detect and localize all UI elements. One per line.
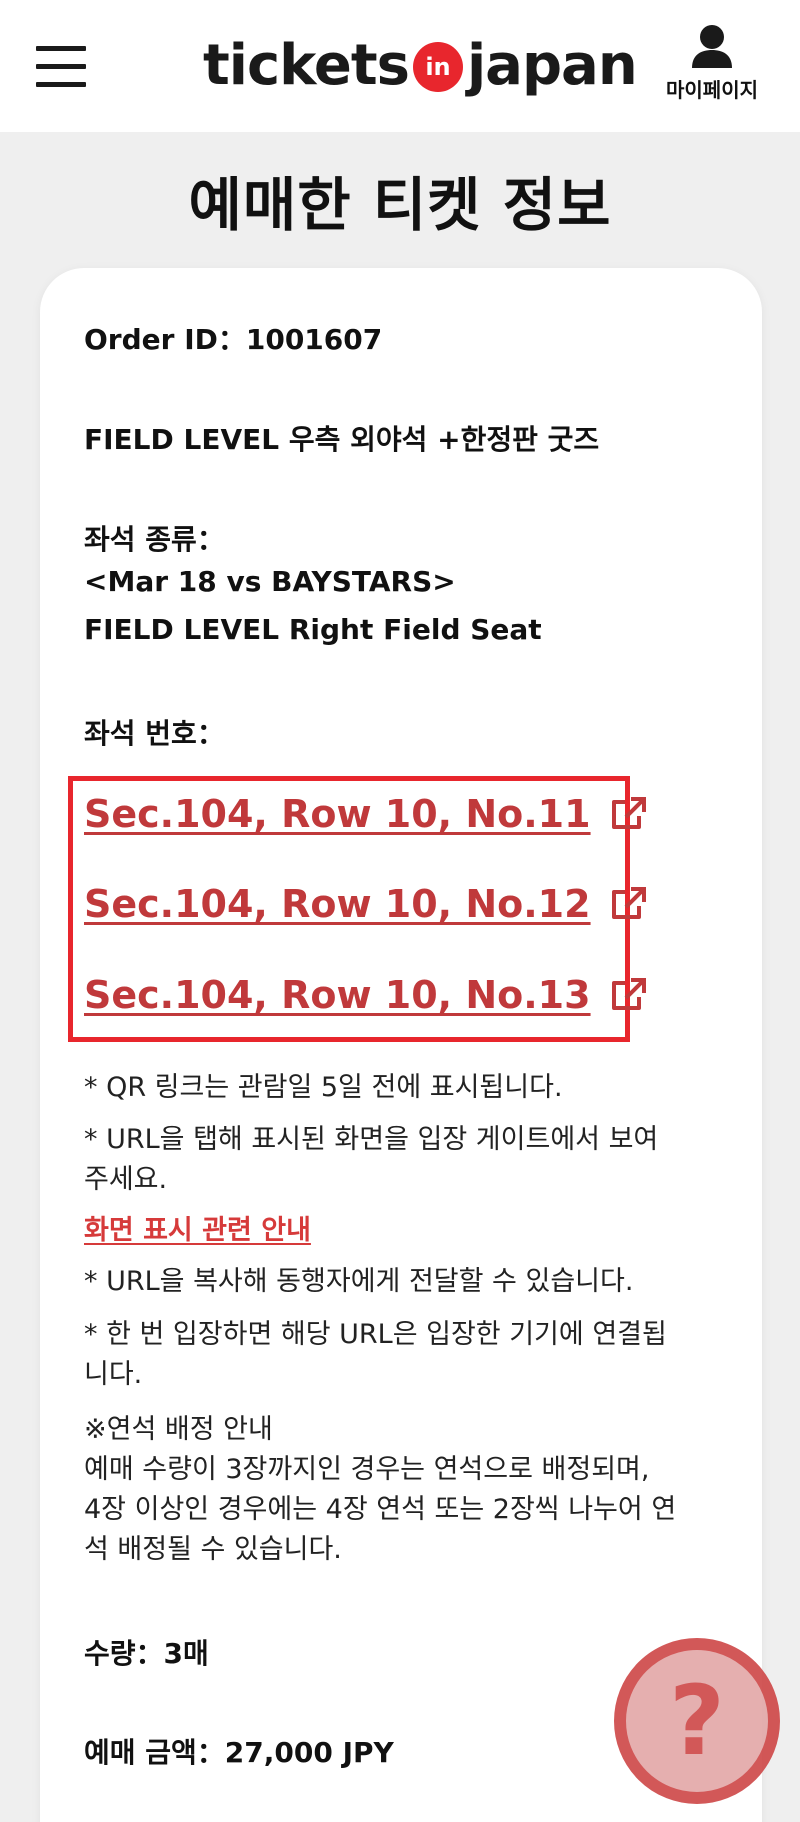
logo-text-right: japan — [466, 32, 638, 98]
seat-number-label: 좌석 번호： — [84, 717, 225, 750]
mypage-label: 마이페이지 — [666, 78, 758, 102]
note-device-2: 니다. — [84, 1359, 143, 1390]
external-link-icon — [609, 886, 647, 922]
seat-link[interactable]: Sec.104, Row 10, No.13 — [84, 967, 647, 1023]
note-qr: * QR 링크는 관람일 5일 전에 표시됩니다. — [84, 1072, 563, 1103]
note-device-1: * 한 번 입장하면 해당 URL은 입장한 기기에 연결됩 — [84, 1319, 667, 1350]
note-seat-2: 4장 이상인 경우에는 4장 연석 또는 2장씩 나누어 연 — [84, 1494, 677, 1525]
note-url-tap-2: 주세요. — [84, 1164, 168, 1195]
display-guide-link[interactable]: 화면 표시 관련 안내 — [84, 1208, 311, 1247]
seat-link[interactable]: Sec.104, Row 10, No.12 — [84, 876, 647, 932]
seat-type-name: FIELD LEVEL Right Field Seat — [84, 613, 542, 646]
seat-link-text: Sec.104, Row 10, No.12 — [84, 882, 591, 926]
top-header: tickets in japan 마이페이지 — [0, 0, 800, 132]
seat-link-text: Sec.104, Row 10, No.13 — [84, 973, 591, 1017]
seat-type-event: <Mar 18 vs BAYSTARS> — [84, 565, 456, 598]
user-icon — [692, 25, 732, 68]
product-name: FIELD LEVEL 우측 외야석 +한정판 굿즈 — [84, 423, 600, 456]
logo-badge: in — [412, 42, 463, 92]
note-seat-1: 예매 수량이 3장까지인 경우는 연석으로 배정되며, — [84, 1454, 650, 1485]
site-logo[interactable]: tickets in japan — [203, 30, 638, 100]
page-title: 예매한 티켓 정보 — [188, 171, 612, 239]
seat-link[interactable]: Sec.104, Row 10, No.11 — [84, 786, 647, 842]
order-id: Order ID：1001607 — [84, 323, 383, 356]
note-seat-title: ※연석 배정 안내 — [84, 1414, 273, 1445]
external-link-icon — [609, 977, 647, 1013]
amount: 예매 금액：27,000 JPY — [84, 1736, 394, 1769]
external-link-icon — [609, 796, 647, 832]
menu-icon[interactable] — [36, 44, 88, 88]
quantity: 수량：3매 — [84, 1637, 209, 1670]
ticket-info-card — [40, 268, 762, 1822]
note-url-copy: * URL을 복사해 동행자에게 전달할 수 있습니다. — [84, 1266, 634, 1297]
seat-link-text: Sec.104, Row 10, No.11 — [84, 792, 591, 836]
note-url-tap-1: * URL을 탭해 표시된 화면을 입장 게이트에서 보여 — [84, 1124, 659, 1155]
question-icon: ? — [669, 1665, 725, 1777]
mypage-button[interactable]: 마이페이지 — [656, 24, 768, 118]
logo-text-left: tickets — [203, 32, 410, 98]
help-button[interactable]: ? — [614, 1638, 780, 1804]
seat-type-label: 좌석 종류： — [84, 523, 225, 556]
note-seat-3: 석 배정될 수 있습니다. — [84, 1534, 342, 1565]
